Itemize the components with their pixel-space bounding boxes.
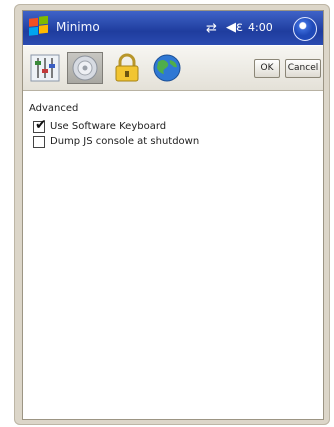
- connectivity-icon[interactable]: ⇄: [206, 21, 217, 36]
- tab-sliders[interactable]: [27, 52, 63, 84]
- ok-button[interactable]: OK: [254, 59, 280, 78]
- disc-icon: [72, 55, 98, 81]
- checkmark-icon: ✔: [35, 117, 47, 133]
- clock-time[interactable]: 4:00: [248, 21, 273, 34]
- device-frame: Minimo ⇄ ◀ε 4:00 OK Cancel Advanced ✔ Us…: [14, 4, 330, 425]
- cancel-button[interactable]: Cancel: [285, 59, 321, 78]
- tab-lock[interactable]: [109, 52, 145, 84]
- option-label: Dump JS console at shutdown: [50, 136, 200, 147]
- checkbox-software-keyboard[interactable]: ✔: [33, 117, 47, 133]
- tab-disc[interactable]: [67, 52, 103, 84]
- title-bar: Minimo ⇄ ◀ε 4:00: [23, 11, 323, 45]
- screen: Minimo ⇄ ◀ε 4:00 OK Cancel Advanced ✔ Us…: [22, 10, 324, 420]
- checkbox-dump-js-console[interactable]: [33, 136, 45, 148]
- tab-globe[interactable]: [149, 52, 185, 84]
- option-label: Use Software Keyboard: [50, 121, 167, 132]
- toolbar: OK Cancel: [23, 46, 323, 91]
- close-ok-icon[interactable]: [293, 17, 317, 41]
- window-title: Minimo: [56, 20, 100, 34]
- windows-flag-icon[interactable]: [27, 16, 51, 40]
- lock-icon: [115, 53, 139, 82]
- volume-icon[interactable]: ◀ε: [226, 20, 243, 35]
- sliders-icon: [30, 54, 60, 82]
- globe-icon: [153, 54, 181, 82]
- settings-panel: Advanced ✔ Use Software Keyboard Dump JS…: [23, 91, 323, 419]
- section-title: Advanced: [29, 103, 79, 114]
